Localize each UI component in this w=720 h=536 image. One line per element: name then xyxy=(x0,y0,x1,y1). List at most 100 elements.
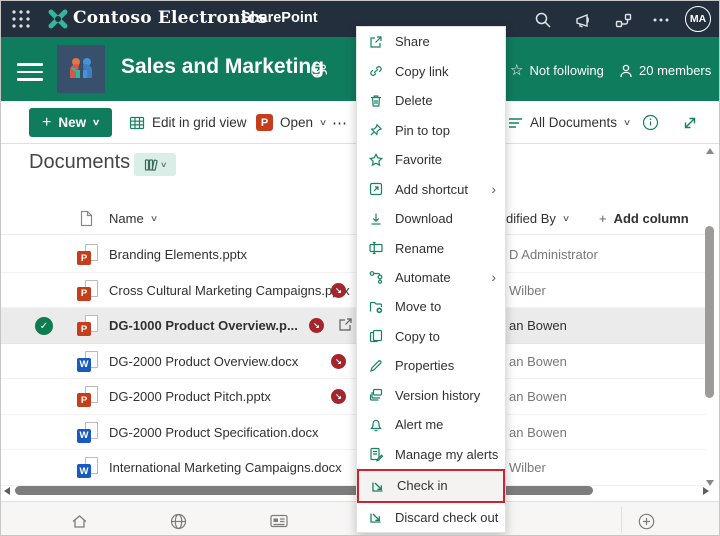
app-launcher-icon[interactable] xyxy=(11,9,31,29)
account-avatar[interactable]: MA xyxy=(685,6,711,32)
more-options-icon[interactable] xyxy=(650,9,672,31)
menu-item-alert-me[interactable]: Alert me xyxy=(357,410,505,439)
scroll-right-arrow[interactable] xyxy=(703,487,709,495)
checked-out-icon: ↘ xyxy=(331,353,346,369)
menu-item-move-to[interactable]: Move to xyxy=(357,292,505,321)
menu-item-check-in[interactable]: Check in xyxy=(357,469,505,503)
add-circle-icon[interactable] xyxy=(635,510,657,532)
brand-title[interactable]: Contoso Electronics xyxy=(73,8,268,28)
view-selector[interactable]: All Documents ∨ xyxy=(508,108,631,137)
modified-by-value: Wilber xyxy=(509,282,546,298)
table-row[interactable]: W DG-2000 Product Overview.docx ↘ an Bow… xyxy=(1,344,706,379)
menu-item-copy-link[interactable]: Copy link xyxy=(357,56,505,85)
table-row[interactable]: W International Marketing Campaigns.docx… xyxy=(1,450,706,486)
bell-icon xyxy=(370,419,382,432)
add-shortcut-icon xyxy=(369,182,383,196)
menu-item-version-history[interactable]: Version history xyxy=(357,381,505,410)
follow-label: Not following xyxy=(529,63,604,78)
command-bar-more-icon[interactable]: ⋯ xyxy=(332,108,348,137)
view-list-icon xyxy=(509,117,522,128)
sharepoint-label[interactable]: SharePoint xyxy=(241,10,318,26)
file-name[interactable]: DG-1000 Product Overview.p... xyxy=(109,318,298,333)
menu-item-add-shortcut[interactable]: Add shortcut › xyxy=(357,174,505,203)
search-icon[interactable] xyxy=(532,9,554,31)
site-title[interactable]: Sales and Marketing xyxy=(121,55,324,79)
org-settings-icon[interactable] xyxy=(612,9,634,31)
new-button[interactable]: + New ∨ xyxy=(29,108,113,137)
checked-out-icon: ↘ xyxy=(309,318,324,333)
menu-item-download[interactable]: Download xyxy=(357,204,505,233)
menu-item-properties[interactable]: Properties xyxy=(357,351,505,380)
file-context-menu: Share Copy link Delete Pin to top Favori… xyxy=(356,26,506,533)
file-name[interactable]: Cross Cultural Marketing Campaigns.pptx xyxy=(109,283,350,298)
table-row[interactable]: P Cross Cultural Marketing Campaigns.ppt… xyxy=(1,273,706,308)
table-row[interactable]: P Branding Elements.pptx D Administrator xyxy=(1,237,706,273)
info-icon[interactable] xyxy=(642,108,659,137)
vertical-scrollbar[interactable] xyxy=(703,146,717,488)
horizontal-scroll-thumb[interactable] xyxy=(15,486,593,495)
library-type-badge[interactable]: ∨ xyxy=(134,153,176,176)
table-row[interactable]: W DG-2000 Product Specification.docx an … xyxy=(1,415,706,450)
contoso-logo-icon xyxy=(48,9,68,29)
share-icon xyxy=(370,36,382,48)
file-name[interactable]: International Marketing Campaigns.docx xyxy=(109,460,342,475)
check-in-icon xyxy=(372,482,383,492)
follow-button[interactable]: ☆ Not following xyxy=(510,63,604,78)
chevron-down-icon: ∨ xyxy=(149,213,159,223)
chevron-down-icon: ∨ xyxy=(159,160,168,169)
discard-check-out-icon xyxy=(370,513,381,523)
rename-icon xyxy=(369,241,383,255)
menu-item-automate[interactable]: Automate › xyxy=(357,263,505,292)
table-row-selected[interactable]: ✓ P DG-1000 Product Overview.p... ↘ ⋯ an… xyxy=(1,308,706,344)
menu-item-manage-my-alerts[interactable]: Manage my alerts xyxy=(357,440,505,469)
file-name[interactable]: DG-2000 Product Specification.docx xyxy=(109,425,319,440)
menu-item-rename[interactable]: Rename xyxy=(357,233,505,262)
menu-item-discard-check-out[interactable]: Discard check out xyxy=(357,503,505,532)
plus-icon: + xyxy=(599,211,607,226)
members-label: 20 members xyxy=(639,63,712,78)
table-header: Name ∨ dified By ∨ + Add column xyxy=(1,203,705,235)
modified-by-column-header[interactable]: dified By ∨ xyxy=(506,211,571,226)
chevron-right-icon: › xyxy=(491,181,496,198)
menu-item-pin-to-top[interactable]: Pin to top xyxy=(357,115,505,144)
menu-item-favorite[interactable]: Favorite xyxy=(357,145,505,174)
share-icon[interactable] xyxy=(337,316,354,336)
globe-icon[interactable] xyxy=(167,510,189,532)
edit-grid-view-button[interactable]: Edit in grid view xyxy=(129,108,247,137)
modified-by-value: D Administrator xyxy=(509,247,598,262)
modified-by-value: an Bowen xyxy=(509,389,567,404)
menu-item-share[interactable]: Share xyxy=(357,27,505,56)
file-name[interactable]: DG-2000 Product Pitch.pptx xyxy=(109,389,271,404)
chevron-down-icon: ∨ xyxy=(561,213,571,223)
scroll-left-arrow[interactable] xyxy=(4,487,10,495)
footer-divider xyxy=(621,507,622,533)
expand-icon[interactable] xyxy=(682,108,698,137)
doc-type-column-icon[interactable] xyxy=(79,210,94,227)
open-button[interactable]: P Open ∨ xyxy=(256,108,327,137)
powerpoint-file-icon: P xyxy=(77,279,98,301)
file-name[interactable]: DG-2000 Product Overview.docx xyxy=(109,354,298,369)
site-logo[interactable] xyxy=(57,45,105,93)
link-icon xyxy=(370,66,382,77)
hamburger-menu-icon[interactable] xyxy=(17,58,43,86)
download-icon xyxy=(371,213,381,225)
checked-out-icon: ↘ xyxy=(331,282,346,298)
members-button[interactable]: 20 members xyxy=(619,63,711,78)
chevron-down-icon: ∨ xyxy=(92,117,101,127)
name-column-header[interactable]: Name ∨ xyxy=(109,211,159,226)
copy-to-icon xyxy=(369,330,383,343)
megaphone-icon[interactable] xyxy=(572,9,594,31)
vertical-scroll-thumb[interactable] xyxy=(705,226,714,398)
selected-check-icon[interactable]: ✓ xyxy=(35,317,53,335)
news-icon[interactable] xyxy=(268,510,290,532)
add-column-button[interactable]: + Add column xyxy=(599,211,689,226)
manage-alerts-icon xyxy=(370,448,384,462)
home-icon[interactable] xyxy=(68,510,90,532)
word-file-icon: W xyxy=(77,457,98,478)
file-name[interactable]: Branding Elements.pptx xyxy=(109,247,247,262)
scroll-up-arrow[interactable] xyxy=(706,148,714,154)
menu-item-copy-to[interactable]: Copy to xyxy=(357,322,505,351)
table-row[interactable]: P DG-2000 Product Pitch.pptx ↘ an Bowen xyxy=(1,379,706,415)
move-to-icon xyxy=(369,301,383,314)
menu-item-delete[interactable]: Delete xyxy=(357,86,505,115)
